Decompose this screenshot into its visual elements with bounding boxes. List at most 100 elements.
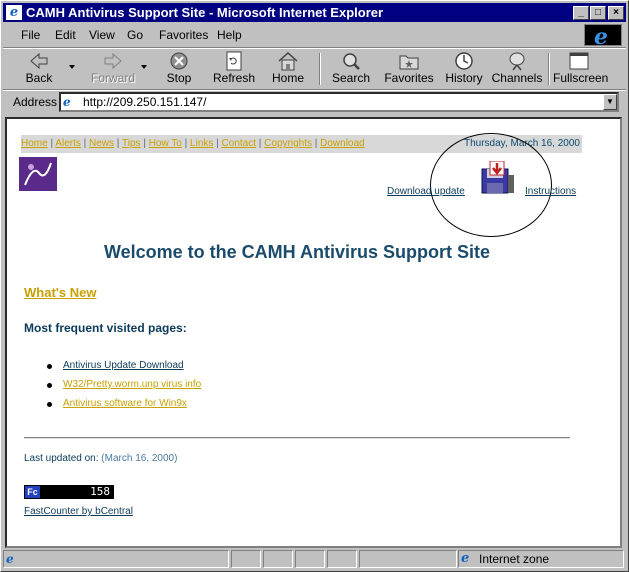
title-bar[interactable]: e CAMH Antivirus Support Site - Microsof…: [3, 3, 626, 22]
status-pane: [327, 550, 357, 568]
stop-label: Stop: [166, 71, 192, 85]
channels-satellite-icon: [509, 52, 525, 71]
address-url: http://209.250.151.147/: [83, 95, 207, 109]
menu-view[interactable]: View: [89, 28, 115, 42]
nav-divider: |: [140, 138, 149, 149]
divider: [24, 437, 570, 439]
forward-label: Forward: [90, 71, 135, 85]
bullet: [47, 383, 52, 388]
menu-help[interactable]: Help: [217, 28, 242, 42]
back-label: Back: [25, 71, 53, 85]
home-icon: [278, 51, 298, 71]
favorites-label: Favorites: [384, 71, 434, 85]
nav-divider: |: [80, 138, 90, 149]
address-label: Address: [13, 95, 58, 109]
forward-button[interactable]: Forward: [87, 49, 139, 89]
refresh-icon: [226, 51, 242, 71]
status-pane: [295, 550, 325, 568]
page-status-icon: e: [6, 552, 14, 566]
stop-icon: [170, 52, 188, 70]
menu-edit[interactable]: Edit: [55, 28, 76, 42]
nav-copyrights[interactable]: Copyrights: [264, 138, 312, 149]
bullet: [47, 402, 52, 407]
nav-download[interactable]: Download: [320, 138, 364, 149]
fastcounter-link[interactable]: FastCounter by bCentral: [24, 506, 133, 517]
nav-divider: |: [256, 138, 265, 149]
page-icon: e: [63, 95, 71, 109]
bullet: [47, 364, 52, 369]
menu-favorites[interactable]: Favorites: [159, 28, 208, 42]
status-pane-main: e: [3, 550, 229, 568]
history-clock-icon: [455, 52, 473, 70]
ie-logo: e: [584, 24, 622, 50]
menu-file[interactable]: File: [21, 28, 40, 42]
back-arrow-icon: [30, 52, 48, 70]
nav-howto[interactable]: How To: [149, 138, 182, 149]
back-dropdown-icon[interactable]: [69, 65, 77, 71]
page-heading: Welcome to the CAMH Antivirus Support Si…: [103, 242, 491, 262]
floppy-download-icon[interactable]: [478, 161, 516, 195]
nav-contact[interactable]: Contact: [222, 138, 256, 149]
home-button[interactable]: Home: [265, 49, 311, 89]
stop-button[interactable]: Stop: [155, 49, 203, 89]
search-icon: [343, 53, 360, 70]
link-antivirus-update[interactable]: Antivirus Update Download: [63, 360, 184, 371]
toolbar-divider: [319, 53, 321, 85]
address-bar: Address e http://209.250.151.147/ ▼: [3, 91, 626, 113]
nav-divider: |: [181, 138, 191, 149]
link-antivirus-win9x[interactable]: Antivirus software for Win9x: [63, 398, 187, 409]
refresh-label: Refresh: [212, 71, 256, 85]
favorites-button[interactable]: Favorites: [381, 49, 437, 89]
menu-bar: File Edit View Go Favorites Help: [3, 24, 626, 46]
minimize-button[interactable]: _: [573, 6, 589, 20]
search-button[interactable]: Search: [327, 49, 375, 89]
nav-links[interactable]: Links: [190, 138, 213, 149]
nav-divider: |: [311, 138, 321, 149]
history-label: History: [445, 71, 483, 85]
fullscreen-icon: [569, 52, 589, 70]
close-button[interactable]: ×: [608, 6, 624, 20]
last-updated: Last updated on: (March 16, 2000): [24, 453, 177, 464]
counter-badge: Fc: [25, 486, 40, 498]
page-content: Home | Alerts | News | Tips | How To | L…: [5, 117, 622, 548]
toolbar-divider: [548, 53, 550, 85]
most-frequent-heading: Most frequent visited pages:: [24, 321, 187, 335]
favorites-folder-icon: [399, 55, 419, 70]
refresh-button[interactable]: Refresh: [209, 49, 259, 89]
nav-news[interactable]: News: [89, 138, 114, 149]
address-dropdown-icon[interactable]: ▼: [603, 94, 617, 110]
zone-label: Internet zone: [479, 552, 550, 566]
last-updated-date: (March 16, 2000): [101, 453, 178, 464]
channels-button[interactable]: Channels: [491, 49, 543, 89]
maximize-button[interactable]: □: [590, 6, 606, 20]
toolbar: Back Forward Stop Refresh Home Search Fa…: [3, 49, 626, 89]
counter-value: 158: [90, 485, 110, 498]
history-button[interactable]: History: [441, 49, 487, 89]
address-input[interactable]: e http://209.250.151.147/ ▼: [59, 92, 619, 112]
whats-new-link[interactable]: What's New: [24, 285, 96, 300]
nav-home[interactable]: Home: [21, 138, 48, 149]
status-pane: [359, 550, 457, 568]
download-update-link[interactable]: Download update: [387, 186, 465, 197]
menu-go[interactable]: Go: [127, 28, 143, 42]
nav-tips[interactable]: Tips: [122, 138, 141, 149]
ie-icon: e: [6, 5, 22, 20]
hit-counter[interactable]: Fc 158: [24, 485, 114, 499]
forward-arrow-icon: [104, 52, 122, 70]
nav-alerts[interactable]: Alerts: [55, 138, 81, 149]
instructions-link[interactable]: Instructions: [525, 186, 576, 197]
logo-figure-icon: [24, 162, 52, 186]
logo-emblem: [19, 157, 57, 191]
status-pane: [231, 550, 261, 568]
back-button[interactable]: Back: [15, 49, 63, 89]
forward-dropdown-icon[interactable]: [141, 65, 149, 71]
last-updated-label: Last updated on:: [24, 453, 99, 464]
nav-divider: |: [213, 138, 222, 149]
link-pretty-worm[interactable]: W32/Pretty.worm.unp virus info: [63, 379, 201, 390]
browser-window: e CAMH Antivirus Support Site - Microsof…: [0, 0, 629, 572]
fullscreen-label: Fullscreen: [553, 71, 609, 85]
internet-zone-icon: e: [461, 551, 470, 566]
search-label: Search: [331, 71, 371, 85]
camh-logo[interactable]: [19, 157, 109, 191]
fullscreen-button[interactable]: Fullscreen: [553, 49, 609, 89]
